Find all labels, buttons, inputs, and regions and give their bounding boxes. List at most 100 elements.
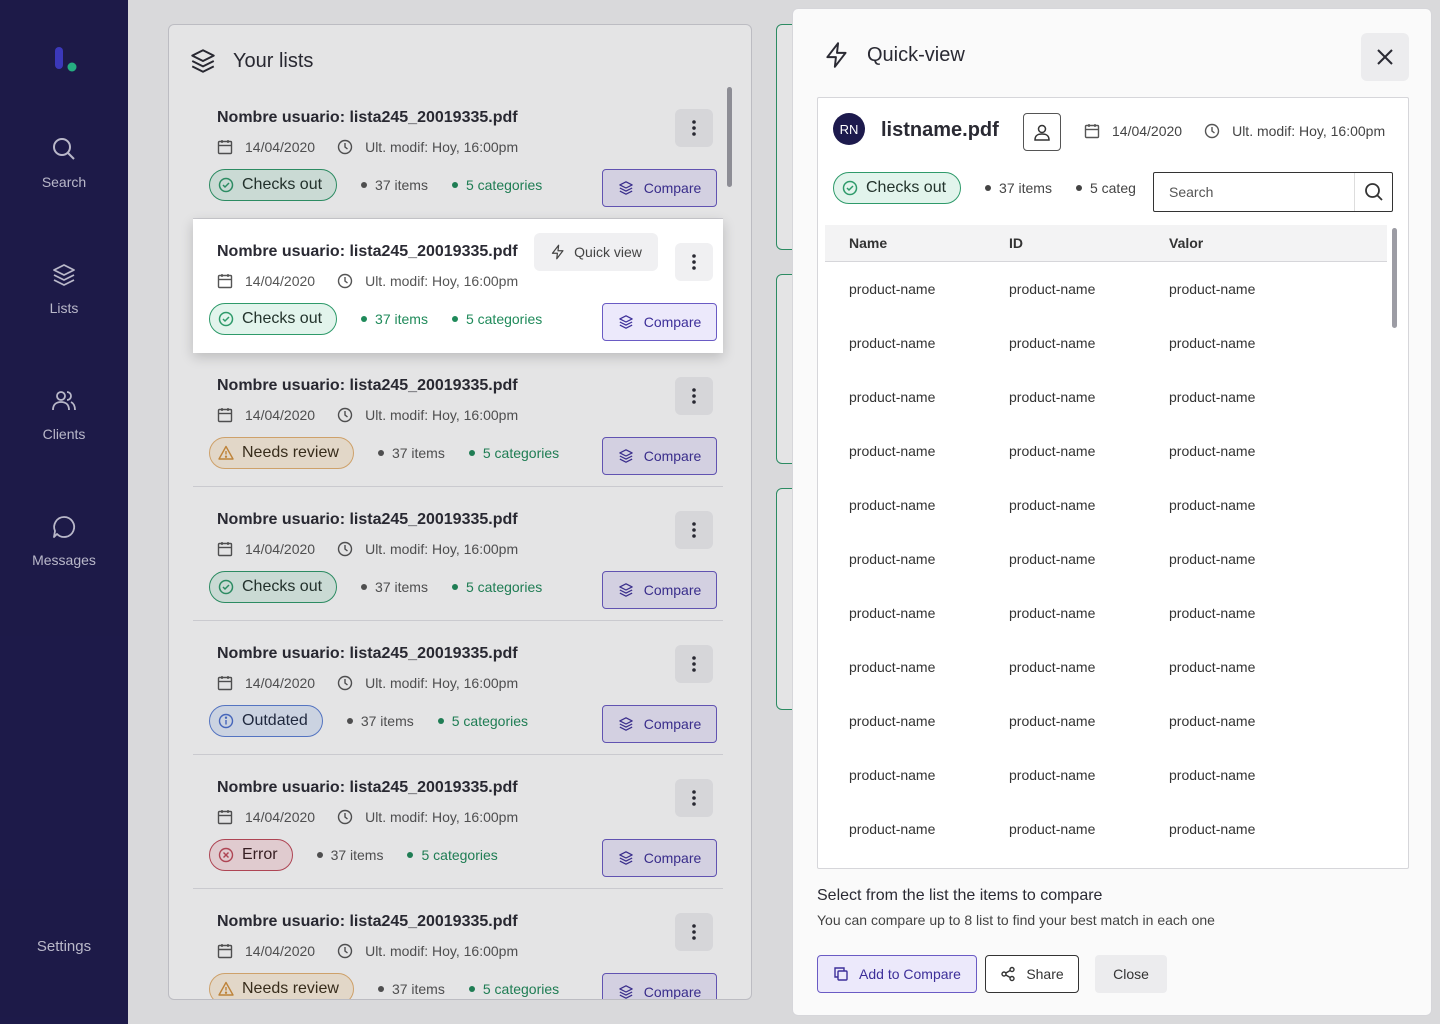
- card-title[interactable]: Nombre usuario: lista245_20019335.pdf: [217, 511, 518, 529]
- card-meta: 14/04/2020 Ult. modif: Hoy, 16:00pm: [217, 273, 518, 289]
- close-button[interactable]: Close: [1095, 955, 1167, 993]
- close-modal-button[interactable]: [1361, 33, 1409, 81]
- status-label: Checks out: [242, 578, 323, 595]
- compare-label: Compare: [643, 448, 702, 464]
- products-table: Name ID Valor product-name product-name pr…: [825, 225, 1387, 856]
- table-header: Name ID Valor: [825, 225, 1387, 262]
- card-title[interactable]: Nombre usuario: lista245_20019335.pdf: [217, 913, 518, 931]
- sidebar-item-settings[interactable]: Settings: [0, 938, 128, 955]
- items-count: 37 items: [346, 713, 414, 729]
- list-card[interactable]: Nombre usuario: lista245_20019335.pdf 14…: [193, 755, 723, 889]
- compare-button[interactable]: Compare: [602, 571, 717, 609]
- more-options-button[interactable]: [675, 377, 713, 415]
- check-circle-icon: [842, 180, 858, 196]
- list-card[interactable]: Nombre usuario: lista245_20019335.pdf 14…: [193, 487, 723, 621]
- error-icon: [218, 847, 234, 863]
- sidebar-item-lists[interactable]: Lists: [0, 262, 128, 316]
- compare-button[interactable]: Compare: [602, 437, 717, 475]
- card-title[interactable]: Nombre usuario: lista245_20019335.pdf: [217, 109, 518, 127]
- items-count: 37 items: [361, 311, 428, 327]
- more-options-button[interactable]: [675, 511, 713, 549]
- table-cell: product-name: [849, 443, 936, 459]
- more-options-button[interactable]: [675, 645, 713, 683]
- more-options-button[interactable]: [675, 109, 713, 147]
- list-card[interactable]: Nombre usuario: lista245_20019335.pdf 14…: [193, 219, 723, 353]
- table-row[interactable]: product-name product-name product-name: [825, 370, 1387, 424]
- status-label: Checks out: [242, 176, 323, 193]
- table-cell: product-name: [1169, 659, 1256, 675]
- modal-header: Quick-view: [823, 41, 965, 69]
- scrollbar[interactable]: [1392, 228, 1397, 328]
- items-count: 37 items: [361, 177, 428, 193]
- sidebar-item-clients[interactable]: Clients: [0, 388, 128, 442]
- list-card[interactable]: Nombre usuario: lista245_20019335.pdf 14…: [193, 353, 723, 487]
- assign-user-button[interactable]: [1023, 113, 1061, 151]
- table-row[interactable]: product-name product-name product-name: [825, 694, 1387, 748]
- table-row[interactable]: product-name product-name product-name: [825, 532, 1387, 586]
- scrollbar[interactable]: [727, 87, 732, 187]
- table-cell: product-name: [1009, 389, 1096, 405]
- list-card[interactable]: Nombre usuario: lista245_20019335.pdf 14…: [193, 621, 723, 755]
- more-options-button[interactable]: [675, 779, 713, 817]
- card-date: 14/04/2020: [245, 139, 316, 155]
- column-header-id[interactable]: ID: [985, 235, 1145, 251]
- list-card[interactable]: Nombre usuario: lista245_20019335.pdf 14…: [193, 889, 723, 999]
- compare-button[interactable]: Compare: [602, 705, 717, 743]
- table-row[interactable]: product-name product-name product-name: [825, 802, 1387, 856]
- column-header-valor[interactable]: Valor: [1145, 235, 1305, 251]
- table-row[interactable]: product-name product-name product-name: [825, 478, 1387, 532]
- calendar-icon: [217, 139, 233, 155]
- more-options-button[interactable]: [675, 243, 713, 281]
- search-input[interactable]: [1154, 173, 1354, 211]
- layers-icon: [618, 716, 634, 732]
- card-date: 14/04/2020: [245, 675, 316, 691]
- items-count: 37 items: [985, 180, 1052, 196]
- more-options-button[interactable]: [675, 913, 713, 951]
- card-modified: Ult. modif: Hoy, 16:00pm: [365, 809, 519, 825]
- table-cell: product-name: [1169, 821, 1256, 837]
- calendar-icon: [217, 809, 233, 825]
- sidebar-item-messages[interactable]: Messages: [0, 514, 128, 568]
- table-row[interactable]: product-name product-name product-name: [825, 586, 1387, 640]
- calendar-icon: [217, 943, 233, 959]
- table-row[interactable]: product-name product-name product-name: [825, 748, 1387, 802]
- compare-button[interactable]: Compare: [602, 839, 717, 877]
- table-row[interactable]: product-name product-name product-name: [825, 424, 1387, 478]
- card-status-row: Needs review 37 items 5 categories: [209, 973, 559, 999]
- table-cell: product-name: [1009, 821, 1096, 837]
- compare-button[interactable]: Compare: [602, 169, 717, 207]
- card-title[interactable]: Nombre usuario: lista245_20019335.pdf: [217, 779, 518, 797]
- column-header-name[interactable]: Name: [825, 235, 985, 251]
- categories-count: 5 categories: [451, 177, 542, 193]
- quick-view-label: Quick view: [574, 244, 642, 260]
- calendar-icon: [1084, 123, 1100, 139]
- add-to-compare-button[interactable]: Add to Compare: [817, 955, 977, 993]
- card-title[interactable]: Nombre usuario: lista245_20019335.pdf: [217, 243, 518, 261]
- items-count-label: 37 items: [360, 713, 414, 729]
- table-cell: product-name: [849, 605, 936, 621]
- compare-label: Compare: [643, 850, 702, 866]
- status-label: Needs review: [242, 980, 339, 997]
- search-button[interactable]: [1354, 173, 1392, 211]
- table-row[interactable]: product-name product-name product-name: [825, 262, 1387, 316]
- clock-icon: [337, 541, 353, 557]
- file-modified: Ult. modif: Hoy, 16:00pm: [1232, 123, 1386, 139]
- table-row[interactable]: product-name product-name product-name: [825, 316, 1387, 370]
- list-card[interactable]: Nombre usuario: lista245_20019335.pdf 14…: [193, 85, 723, 219]
- status-label: Checks out: [242, 310, 323, 327]
- compare-button[interactable]: Compare: [602, 303, 717, 341]
- compare-button[interactable]: Compare: [602, 973, 717, 999]
- compare-label: Compare: [643, 314, 702, 330]
- items-count-label: 37 items: [375, 311, 428, 327]
- card-title[interactable]: Nombre usuario: lista245_20019335.pdf: [217, 377, 518, 395]
- quick-view-button[interactable]: Quick view: [534, 233, 658, 271]
- items-count-label: 37 items: [330, 847, 384, 863]
- items-count: 37 items: [361, 579, 428, 595]
- share-button[interactable]: Share: [985, 955, 1079, 993]
- table-row[interactable]: product-name product-name product-name: [825, 640, 1387, 694]
- footer-subtitle: You can compare up to 8 list to find you…: [817, 912, 1215, 928]
- status-label: Needs review: [242, 444, 339, 461]
- card-title[interactable]: Nombre usuario: lista245_20019335.pdf: [217, 645, 518, 663]
- sidebar-item-search[interactable]: Search: [0, 136, 128, 190]
- table-cell: product-name: [1169, 497, 1256, 513]
